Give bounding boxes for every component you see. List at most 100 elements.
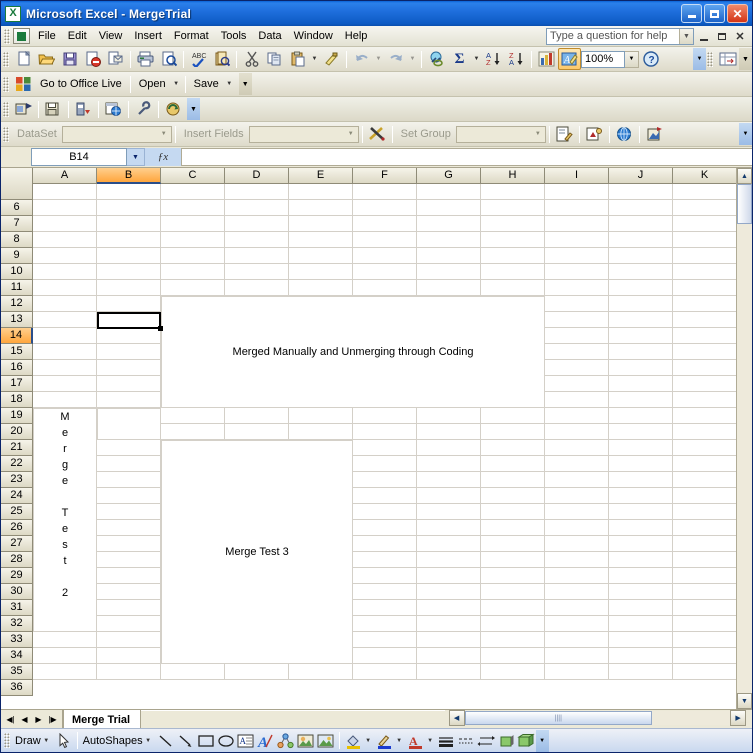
cut-icon[interactable]	[240, 48, 263, 70]
document-close-button[interactable]: ✕	[732, 28, 748, 44]
cell-H27[interactable]	[481, 520, 545, 536]
cell-I19[interactable]	[545, 392, 609, 408]
cell-F6[interactable]	[353, 184, 417, 200]
cell-F26[interactable]	[353, 504, 417, 520]
picture-icon[interactable]	[316, 731, 336, 751]
cell-F9[interactable]	[353, 232, 417, 248]
scroll-up-button[interactable]: ▲	[737, 168, 752, 184]
cell-F36[interactable]	[353, 664, 417, 680]
cell-K11[interactable]	[673, 264, 736, 280]
zoom-dropdown-icon[interactable]: ▼	[625, 50, 639, 68]
cell-I34[interactable]	[545, 632, 609, 648]
cell-H20[interactable]	[481, 408, 545, 424]
cell-I29[interactable]	[545, 552, 609, 568]
cell-B8[interactable]	[97, 216, 161, 232]
cell-H7[interactable]	[481, 200, 545, 216]
arrow-style-icon[interactable]	[476, 731, 496, 751]
cell-H9[interactable]	[481, 232, 545, 248]
cell-K24[interactable]	[673, 472, 736, 488]
cell-G27[interactable]	[417, 520, 481, 536]
cell-J28[interactable]	[609, 536, 673, 552]
cell-K13[interactable]	[673, 296, 736, 312]
cell-J14[interactable]	[609, 312, 673, 328]
cell-K25[interactable]	[673, 488, 736, 504]
cell-I27[interactable]	[545, 520, 609, 536]
horizontal-scroll-thumb[interactable]: ||||	[464, 711, 653, 725]
chevron-down-icon[interactable]: ▼	[344, 127, 358, 142]
row-header-24[interactable]: 24	[1, 488, 33, 504]
chevron-down-icon[interactable]: ▼	[679, 28, 693, 44]
cell-A15[interactable]	[33, 328, 97, 344]
cell-G34[interactable]	[417, 632, 481, 648]
vertical-scroll-track[interactable]	[737, 224, 752, 693]
cell-J15[interactable]	[609, 328, 673, 344]
cell-D11[interactable]	[225, 264, 289, 280]
cell-B27[interactable]	[97, 520, 161, 536]
cell-H33[interactable]	[481, 616, 545, 632]
cell-D36[interactable]	[225, 664, 289, 680]
cell-C7[interactable]	[161, 200, 225, 216]
cell-B26[interactable]	[97, 504, 161, 520]
insert-table-icon[interactable]	[716, 48, 739, 70]
close-button[interactable]: ✕	[727, 4, 748, 23]
open-dropdown-icon[interactable]: ▼	[171, 81, 182, 87]
cell-E10[interactable]	[289, 248, 353, 264]
cell-F23[interactable]	[353, 456, 417, 472]
cell-J6[interactable]	[609, 184, 673, 200]
cell-B18[interactable]	[97, 376, 161, 392]
cell-J24[interactable]	[609, 472, 673, 488]
cell-H34[interactable]	[481, 632, 545, 648]
cell-J26[interactable]	[609, 504, 673, 520]
cell-B11[interactable]	[97, 264, 161, 280]
row-header-6[interactable]: 6	[1, 200, 33, 216]
open-icon[interactable]	[35, 48, 58, 70]
cell-J36[interactable]	[609, 664, 673, 680]
cell-F12[interactable]	[353, 280, 417, 296]
cell-H12[interactable]	[481, 280, 545, 296]
office-live-open-label[interactable]: Open	[134, 78, 171, 90]
cell-J27[interactable]	[609, 520, 673, 536]
line-color-icon[interactable]	[374, 731, 394, 751]
cell-B19[interactable]	[97, 392, 161, 408]
cell-I30[interactable]	[545, 568, 609, 584]
cell-K21[interactable]	[673, 424, 736, 440]
font-color-dropdown-icon[interactable]: ▼	[425, 738, 436, 744]
cell-J20[interactable]	[609, 408, 673, 424]
cell-C20[interactable]	[161, 408, 225, 424]
cell-B31[interactable]	[97, 584, 161, 600]
cell-K35[interactable]	[673, 648, 736, 664]
cell-B10[interactable]	[97, 248, 161, 264]
cell-G26[interactable]	[417, 504, 481, 520]
cell-F22[interactable]	[353, 440, 417, 456]
row-header-18[interactable]: 18	[1, 392, 33, 408]
maximize-button[interactable]	[704, 4, 725, 23]
cell-I16[interactable]	[545, 344, 609, 360]
cell-G25[interactable]	[417, 488, 481, 504]
row-header-20[interactable]: 20	[1, 424, 33, 440]
cell-B29[interactable]	[97, 552, 161, 568]
font-color-icon[interactable]: A	[405, 731, 425, 751]
row-header-29[interactable]: 29	[1, 568, 33, 584]
cell-F24[interactable]	[353, 472, 417, 488]
row-header-15[interactable]: 15	[1, 344, 33, 360]
vs-toolbar-overflow-button[interactable]: ▼	[187, 98, 200, 120]
cell-H28[interactable]	[481, 536, 545, 552]
merged-vertical-label[interactable]: Merge Test 2	[33, 408, 97, 632]
document-icon[interactable]	[13, 28, 30, 44]
cell-E20[interactable]	[289, 408, 353, 424]
cell-G32[interactable]	[417, 600, 481, 616]
globe-icon[interactable]	[613, 123, 636, 145]
autoshapes-menu-button[interactable]: AutoShapes ▼	[81, 730, 156, 751]
horizontal-scrollbar[interactable]: ◀ |||| ▶	[448, 710, 752, 726]
cell-F35[interactable]	[353, 648, 417, 664]
cell-D8[interactable]	[225, 216, 289, 232]
cell-H11[interactable]	[481, 264, 545, 280]
row-header-32[interactable]: 32	[1, 616, 33, 632]
formula-input[interactable]	[181, 148, 752, 166]
next-sheet-button[interactable]: ▶	[32, 715, 45, 724]
cell-K12[interactable]	[673, 280, 736, 296]
cell-I11[interactable]	[545, 264, 609, 280]
cell-G7[interactable]	[417, 200, 481, 216]
cell-A35[interactable]	[33, 648, 97, 664]
cell-B33[interactable]	[97, 616, 161, 632]
